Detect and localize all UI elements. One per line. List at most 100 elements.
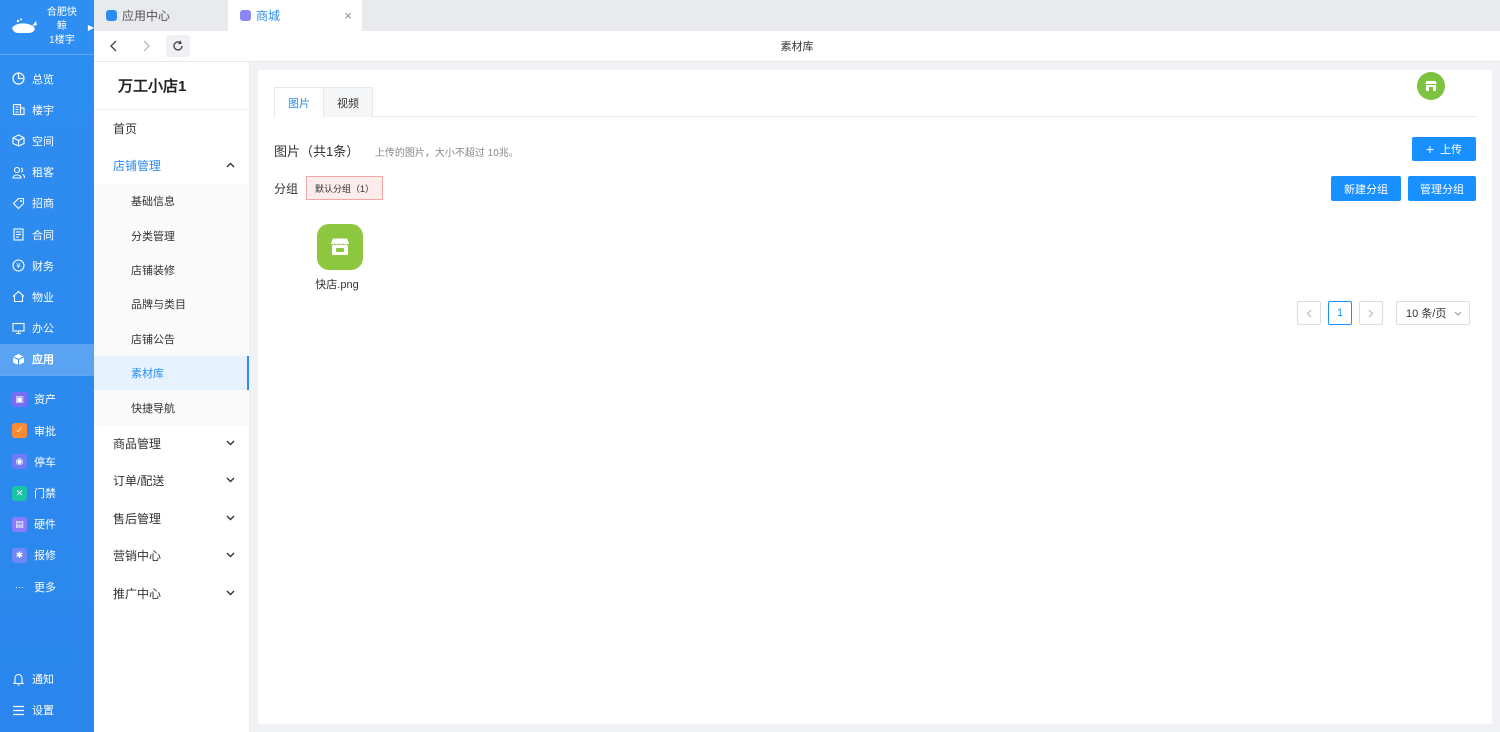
close-icon[interactable]: × — [344, 8, 352, 23]
whale-logo-icon — [10, 18, 38, 36]
tab-mall[interactable]: 商城 × — [228, 0, 362, 31]
dashboard-icon — [12, 72, 25, 85]
more-dots-icon: ··· — [15, 581, 24, 592]
nav-app-asset[interactable]: ▣ 资产 — [0, 384, 94, 415]
submenu-basic-info[interactable]: 基础信息 — [94, 184, 249, 218]
store-submenu: 万工小店1 首页 店铺管理 基础信息 分类管理 店铺装修 品牌与类目 店铺公告 … — [94, 62, 250, 732]
tab-images[interactable]: 图片 — [274, 87, 324, 118]
nav-more[interactable]: ··· 更多 — [0, 571, 94, 602]
building-icon — [12, 103, 25, 116]
mall-icon — [240, 10, 251, 21]
tab-app-center[interactable]: 应用中心 — [94, 0, 228, 31]
parking-icon: ◉ — [12, 454, 27, 470]
nav-item-finance[interactable]: ¥ 财务 — [0, 250, 94, 281]
nav-item-overview[interactable]: 总览 — [0, 63, 94, 94]
nav-item-tenant[interactable]: 租客 — [0, 157, 94, 188]
brand-building: 1楼宇 — [49, 35, 75, 46]
forward-button[interactable] — [134, 35, 158, 57]
chevron-down-icon — [226, 513, 235, 524]
nav-item-leasing[interactable]: 招商 — [0, 188, 94, 219]
file-name: 快店.png — [315, 279, 359, 291]
nav-app-approval[interactable]: ✓ 审批 — [0, 415, 94, 446]
image-file-card[interactable]: 快店.png — [315, 224, 364, 292]
nav-app-hardware[interactable]: ▤ 硬件 — [0, 509, 94, 540]
document-icon — [12, 228, 25, 241]
brand-switcher[interactable]: 合肥快鲸 1楼宇 ▶ — [0, 0, 94, 55]
material-library-panel: 图片 视频 图片（共1条） 上传的图片，大小不超过 10兆。 + 上传 分组 默… — [258, 70, 1492, 724]
images-header: 图片（共1条） 上传的图片，大小不超过 10兆。 — [274, 141, 519, 160]
app-center-icon — [106, 10, 117, 21]
sidebar-bottom: 通知 设置 — [0, 664, 94, 732]
menu-icon — [12, 704, 25, 717]
brand-name: 合肥快鲸 — [46, 7, 77, 32]
submenu-store-decor[interactable]: 店铺装修 — [94, 253, 249, 287]
prev-page-button[interactable] — [1297, 301, 1321, 325]
group-label: 分组 — [274, 181, 299, 196]
monitor-icon — [12, 322, 25, 335]
submenu-home[interactable]: 首页 — [94, 110, 249, 147]
back-button[interactable] — [102, 35, 126, 57]
images-count-title: 图片（共1条） — [274, 144, 360, 159]
submenu-goods-mgmt[interactable]: 商品管理 — [94, 425, 249, 463]
pagination: 1 10 条/页 — [1297, 301, 1470, 325]
shop-name: 万工小店1 — [94, 62, 249, 110]
nav-item-office[interactable]: 办公 — [0, 313, 94, 344]
nav-app-parking[interactable]: ◉ 停车 — [0, 446, 94, 477]
submenu-brand-category[interactable]: 品牌与类目 — [94, 287, 249, 321]
submenu-store-notice[interactable]: 店铺公告 — [94, 322, 249, 356]
submenu-promotion[interactable]: 推广中心 — [94, 575, 249, 613]
nav-notifications[interactable]: 通知 — [0, 664, 94, 695]
submenu-aftersale[interactable]: 售后管理 — [94, 500, 249, 538]
nav-app-access[interactable]: ✕ 门禁 — [0, 477, 94, 508]
nav-settings[interactable]: 设置 — [0, 695, 94, 726]
upload-button[interactable]: + 上传 — [1412, 137, 1476, 161]
reload-button[interactable] — [166, 35, 190, 57]
approve-icon: ✓ — [12, 423, 27, 439]
chevron-down-icon — [226, 475, 235, 486]
app-cube-icon — [12, 353, 25, 366]
repair-icon: ✱ — [12, 547, 27, 563]
asset-icon: ▣ — [12, 391, 27, 407]
chevron-up-icon — [226, 160, 235, 171]
navigation-bar: 素材库 — [94, 31, 1500, 62]
store-image-thumbnail[interactable] — [317, 224, 363, 270]
chevron-down-icon — [226, 438, 235, 449]
bell-icon — [12, 673, 25, 686]
nav-item-space[interactable]: 空间 — [0, 125, 94, 156]
nav-item-building[interactable]: 楼宇 — [0, 94, 94, 125]
media-type-tabs: 图片 视频 — [274, 87, 1476, 118]
submenu-category-mgmt[interactable]: 分类管理 — [94, 218, 249, 252]
page-size-select[interactable]: 10 条/页 — [1396, 301, 1470, 325]
main-sidebar: 合肥快鲸 1楼宇 ▶ 总览 楼宇 空间 租客 招商 合同 ¥ 财务 物业 办公 应… — [0, 0, 94, 732]
submenu-material-library[interactable]: 素材库 — [94, 355, 249, 391]
upload-hint: 上传的图片，大小不超过 10兆。 — [374, 148, 519, 159]
new-group-button[interactable]: 新建分组 — [1331, 176, 1401, 201]
group-filter: 分组 默认分组（1） — [274, 176, 384, 200]
manage-group-button[interactable]: 管理分组 — [1408, 176, 1476, 201]
window-tabbar: 应用中心 商城 × — [94, 0, 1500, 31]
chevron-down-icon — [226, 550, 235, 561]
store-mgmt-children: 基础信息 分类管理 店铺装修 品牌与类目 店铺公告 素材库 快捷导航 — [94, 184, 249, 425]
tag-icon — [12, 197, 25, 210]
nav-item-apps[interactable]: 应用 — [0, 343, 94, 375]
svg-text:¥: ¥ — [16, 262, 21, 270]
nav-item-contract[interactable]: 合同 — [0, 219, 94, 250]
tab-videos[interactable]: 视频 — [324, 87, 373, 117]
submenu-quick-nav[interactable]: 快捷导航 — [94, 390, 249, 424]
users-icon — [12, 166, 25, 179]
submenu-marketing[interactable]: 营销中心 — [94, 537, 249, 575]
next-page-button[interactable] — [1359, 301, 1383, 325]
nav-app-repair[interactable]: ✱ 报修 — [0, 540, 94, 571]
submenu-orders[interactable]: 订单/配送 — [94, 462, 249, 500]
default-group-tag[interactable]: 默认分组（1） — [306, 176, 384, 200]
coin-icon: ¥ — [12, 259, 25, 272]
chevron-down-icon — [226, 588, 235, 599]
page-number[interactable]: 1 — [1328, 301, 1352, 325]
nav-item-property[interactable]: 物业 — [0, 281, 94, 312]
submenu-store-mgmt[interactable]: 店铺管理 — [94, 147, 249, 184]
access-icon: ✕ — [12, 485, 27, 501]
primary-nav: 总览 楼宇 空间 租客 招商 合同 ¥ 财务 物业 办公 应用 — [0, 55, 94, 375]
app-shortcuts: ▣ 资产 ✓ 审批 ◉ 停车 ✕ 门禁 ▤ 硬件 ✱ 报修 ··· 更多 — [0, 376, 94, 602]
cube-icon — [12, 134, 25, 148]
chevron-down-icon — [1454, 308, 1462, 318]
